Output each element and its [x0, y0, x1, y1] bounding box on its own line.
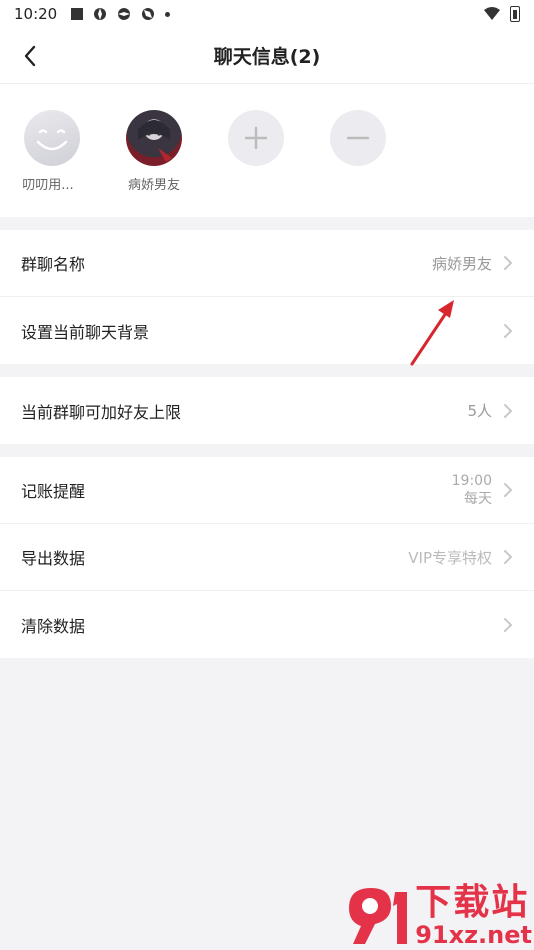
reminder-value: 19:00 每天	[452, 472, 492, 508]
remove-member-button[interactable]	[328, 110, 430, 217]
row-label: 群聊名称	[21, 255, 86, 274]
group-name-row[interactable]: 群聊名称 病娇男友	[0, 230, 534, 297]
nav-bar: 聊天信息(2)	[0, 28, 534, 84]
minus-icon	[346, 136, 370, 140]
avatar[interactable]	[24, 110, 80, 166]
remove-member-circle[interactable]	[330, 110, 386, 166]
member-item[interactable]: 病娇男友	[124, 110, 226, 217]
export-data-row[interactable]: 导出数据 VIP专享特权	[0, 524, 534, 591]
section-gap	[0, 444, 534, 457]
anime-character-icon	[138, 120, 172, 162]
notification-square-icon	[71, 8, 84, 20]
add-member-button[interactable]	[226, 110, 328, 217]
watermark: 下载站 91xz.net	[343, 884, 532, 948]
friend-limit-row[interactable]: 当前群聊可加好友上限 5人	[0, 377, 534, 444]
row-value: VIP专享特权	[408, 548, 492, 567]
chevron-right-icon	[504, 483, 512, 497]
settings-group-1: 群聊名称 病娇男友 设置当前聊天背景	[0, 230, 534, 364]
chevron-right-icon	[504, 617, 512, 632]
clear-data-row[interactable]: 清除数据	[0, 591, 534, 658]
member-name: 病娇男友	[127, 178, 180, 193]
member-item[interactable]: 叨叨用...	[22, 110, 124, 217]
watermark-url: 91xz.net	[415, 921, 532, 949]
status-bar: 10:20	[0, 0, 534, 28]
chevron-left-icon	[24, 45, 36, 67]
settings-group-2: 当前群聊可加好友上限 5人	[0, 377, 534, 444]
chat-background-row[interactable]: 设置当前聊天背景	[0, 297, 534, 364]
reminder-frequency: 每天	[464, 491, 492, 507]
bookkeeping-reminder-row[interactable]: 记账提醒 19:00 每天	[0, 457, 534, 524]
avatar[interactable]	[126, 110, 182, 166]
row-value: 5人	[467, 402, 492, 420]
back-button[interactable]	[14, 40, 46, 72]
section-gap	[0, 217, 534, 230]
row-label: 设置当前聊天背景	[21, 322, 150, 342]
more-notifications-dot-icon	[165, 11, 171, 17]
aperture-icon	[142, 8, 155, 20]
section-gap	[0, 364, 534, 377]
row-label: 当前群聊可加好友上限	[21, 402, 182, 422]
watermark-logo-icon	[349, 888, 408, 944]
aperture-icon	[94, 8, 107, 20]
status-time: 10:20	[14, 5, 58, 23]
add-member-circle[interactable]	[228, 110, 284, 166]
reminder-time: 19:00	[451, 473, 492, 489]
battery-icon	[510, 6, 520, 22]
row-value: 病娇男友	[431, 254, 492, 273]
settings-group-3: 记账提醒 19:00 每天 导出数据 VIP专享特权 清除数据	[0, 457, 534, 658]
page-title: 聊天信息(2)	[213, 46, 321, 68]
aperture-icon	[118, 8, 131, 20]
row-label: 清除数据	[21, 616, 86, 636]
member-name: 叨叨用...	[22, 178, 74, 193]
wifi-icon	[484, 7, 500, 20]
watermark-title: 下载站	[415, 882, 530, 923]
chevron-right-icon	[504, 323, 512, 338]
smile-face-icon	[36, 129, 68, 151]
plus-icon	[244, 126, 268, 150]
row-label: 记账提醒	[21, 482, 86, 501]
chevron-right-icon	[504, 550, 512, 564]
chevron-right-icon	[504, 403, 512, 418]
member-list: 叨叨用... 病娇男友	[0, 84, 534, 217]
chevron-right-icon	[504, 256, 512, 270]
row-label: 导出数据	[21, 549, 86, 568]
